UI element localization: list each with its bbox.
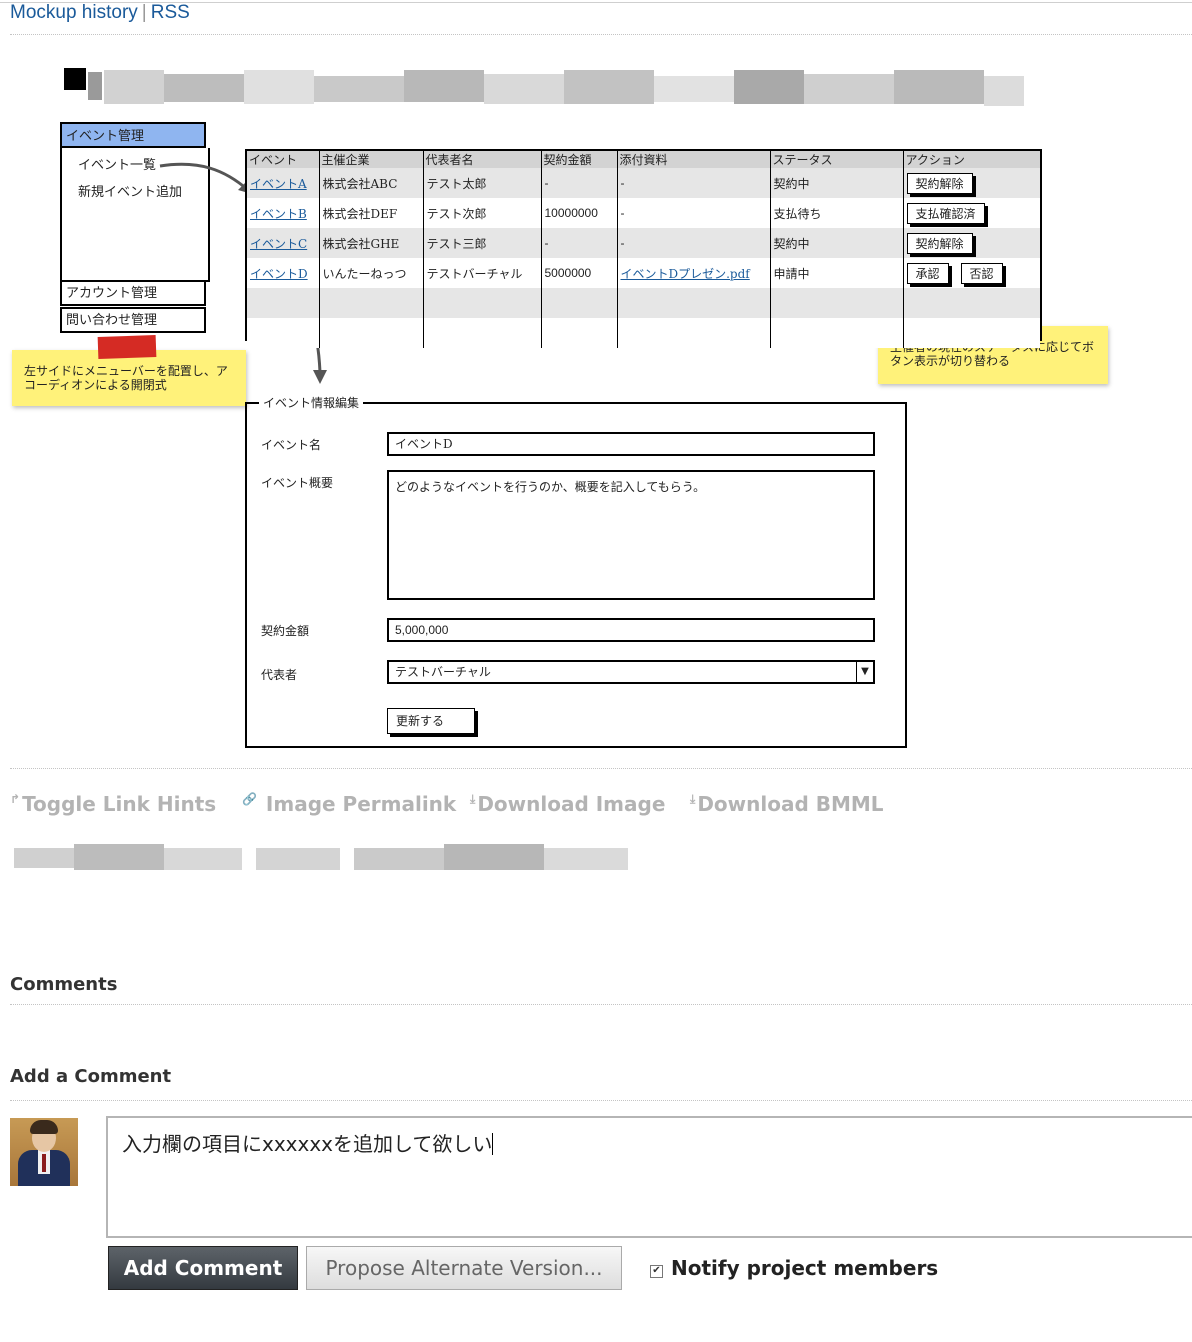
col-header-action: アクション (903, 151, 1040, 168)
download-icon: ⤓ (470, 792, 476, 806)
blurred-info (354, 840, 628, 876)
notify-members[interactable]: ✔ Notify project members (650, 1256, 938, 1280)
event-grid: イベント 主催企業 代表者名 契約金額 添付資料 ステータス アクション イベン… (245, 149, 1042, 348)
rep-cell: テスト太郎 (423, 168, 542, 198)
table-row: イベントB 株式会社DEF テスト次郎 10000000 - 支払待ち 支払確認… (247, 198, 1040, 228)
file-link: イベントDプレゼン.pdf (620, 266, 750, 281)
amount-field: 5,000,000 (387, 618, 875, 642)
status-cell: 契約中 (770, 228, 904, 258)
divider (10, 1004, 1192, 1005)
file-cell: - (617, 168, 771, 198)
divider (10, 768, 1192, 769)
col-header-amount: 契約金額 (541, 151, 618, 168)
table-row-empty (247, 318, 1040, 348)
rep-cell: テスト三郎 (423, 228, 542, 258)
sticky-note-left: 左サイドにメニューバーを配置し、アコーディオンによる開閉式 (12, 350, 246, 406)
download-image[interactable]: ⤓ Download Image (470, 792, 665, 816)
blurred-info (256, 840, 340, 876)
event-link: イベントA (250, 176, 307, 191)
file-cell: - (617, 228, 771, 258)
reject-button: 否認 (960, 262, 1003, 284)
link-icon: 🔗 (242, 792, 257, 806)
event-summary-field: どのようなイベントを行うのか、概要を記入してもらう。 (387, 470, 875, 600)
company-cell: 株式会社DEF (319, 198, 424, 228)
add-comment-heading: Add a Comment (10, 1066, 172, 1087)
col-header-event: イベント (247, 151, 320, 168)
event-edit-form: イベント情報編集 イベント名 イベントD イベント概要 どのようなイベントを行う… (245, 394, 907, 748)
rep-cell: テストバーチャル (423, 258, 542, 288)
tape-left (97, 334, 157, 360)
toggle-link-hints[interactable]: ↱ Toggle Link Hints (10, 792, 216, 816)
amount-cell: - (541, 228, 618, 258)
col-header-rep: 代表者名 (423, 151, 542, 168)
image-permalink[interactable]: 🔗 Image Permalink (242, 792, 456, 816)
col-header-company: 主催企業 (319, 151, 424, 168)
event-name-label: イベント名 (261, 438, 322, 452)
avatar (10, 1118, 78, 1186)
update-button: 更新する (387, 708, 475, 734)
mockup-image: イベント管理 イベント一覧 新規イベント追加 アカウント管理 問い合わせ管理 左… (0, 0, 1192, 760)
event-link: イベントD (250, 266, 308, 281)
event-link: イベントC (250, 236, 308, 251)
event-link: イベントB (250, 206, 307, 221)
text-caret (492, 1133, 494, 1155)
amount-cell: 5000000 (541, 258, 618, 288)
company-cell: 株式会社GHE (319, 228, 424, 258)
table-row: イベントA 株式会社ABC テスト太郎 - - 契約中 契約解除 (247, 168, 1040, 198)
share-arrow-icon: ↱ (10, 792, 21, 806)
blurred-info (14, 840, 242, 876)
comments-heading: Comments (10, 974, 118, 995)
amount-cell: 10000000 (541, 198, 618, 228)
action-button: 支払確認済 (906, 202, 985, 224)
event-summary-value: どのようなイベントを行うのか、概要を記入してもらう。 (395, 480, 706, 494)
propose-alternate-button[interactable]: Propose Alternate Version... (306, 1246, 622, 1290)
notify-label: Notify project members (671, 1256, 939, 1280)
rep-value: テストバーチャル (395, 665, 491, 679)
table-row-empty (247, 288, 1040, 318)
company-cell: 株式会社ABC (319, 168, 424, 198)
divider (10, 1100, 1192, 1101)
notify-checkbox[interactable]: ✔ (650, 1265, 663, 1278)
event-summary-label: イベント概要 (261, 476, 334, 490)
action-button: 契約解除 (906, 172, 973, 194)
comment-text: 入力欄の項目にxxxxxxを追加して欲しい (122, 1132, 493, 1156)
comment-textarea[interactable]: 入力欄の項目にxxxxxxを追加して欲しい (106, 1116, 1192, 1238)
add-comment-button[interactable]: Add Comment (108, 1246, 298, 1290)
amount-cell: - (541, 168, 618, 198)
status-cell: 支払待ち (770, 198, 904, 228)
action-button: 契約解除 (906, 232, 973, 254)
download-bmml[interactable]: ⤓ Download BMML (690, 792, 884, 816)
approve-button: 承認 (906, 262, 949, 284)
rep-cell: テスト次郎 (423, 198, 542, 228)
rep-label: 代表者 (261, 668, 298, 682)
dropdown-arrow-icon: ▼ (856, 662, 873, 682)
status-cell: 申請中 (770, 258, 904, 288)
col-header-file: 添付資料 (617, 151, 771, 168)
rep-select: テストバーチャル ▼ (387, 660, 875, 684)
event-name-value: イベントD (395, 437, 453, 451)
amount-value: 5,000,000 (395, 623, 449, 637)
amount-label: 契約金額 (261, 624, 310, 638)
status-cell: 契約中 (770, 168, 904, 198)
event-name-field: イベントD (387, 432, 875, 456)
form-legend: イベント情報編集 (259, 394, 364, 411)
table-row: イベントC 株式会社GHE テスト三郎 - - 契約中 契約解除 (247, 228, 1040, 258)
sticky-note-left-text: 左サイドにメニューバーを配置し、アコーディオンによる開閉式 (24, 364, 228, 392)
download-icon: ⤓ (690, 792, 696, 806)
company-cell: いんたーねっつ (319, 258, 424, 288)
table-row: イベントD いんたーねっつ テストバーチャル 5000000 イベントDプレゼン… (247, 258, 1040, 288)
col-header-status: ステータス (770, 151, 904, 168)
file-cell: - (617, 198, 771, 228)
